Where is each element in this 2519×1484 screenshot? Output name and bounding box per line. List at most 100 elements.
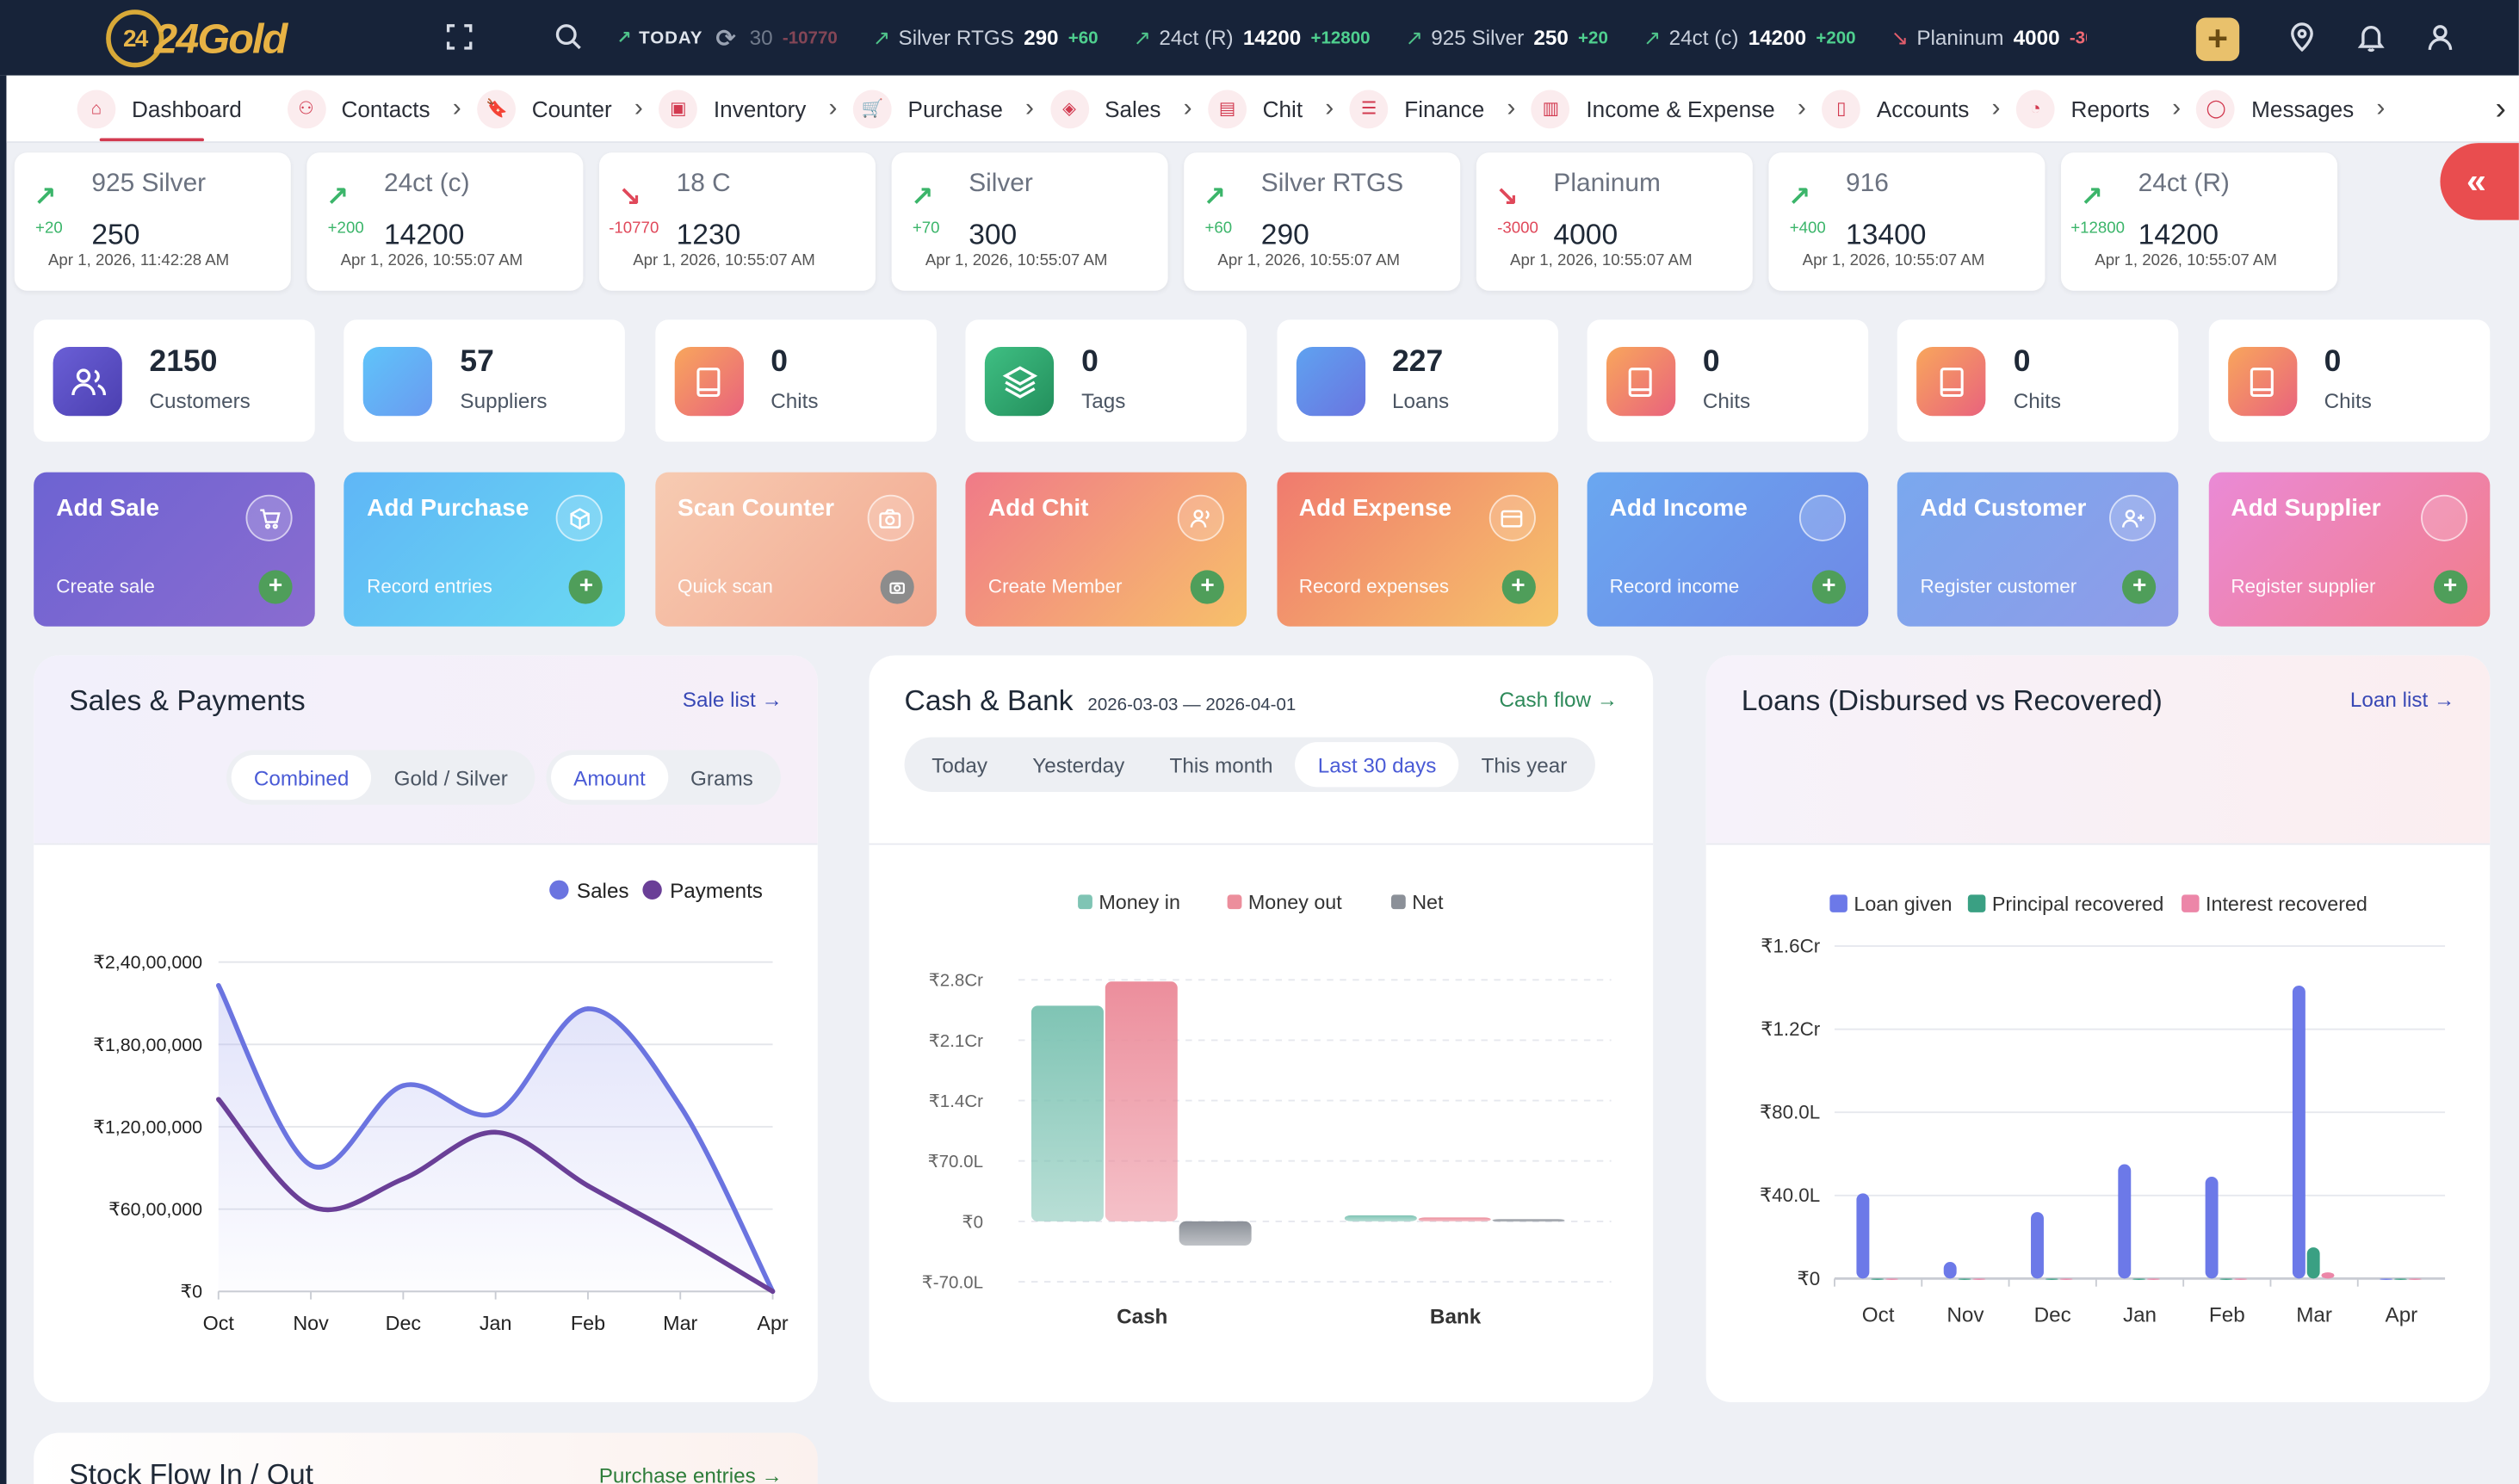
plus-circle-icon[interactable]: + bbox=[1811, 570, 1846, 604]
toggle-amount[interactable]: Amount bbox=[551, 755, 668, 801]
bar-interest-recovered[interactable] bbox=[2059, 1278, 2073, 1280]
stat-card[interactable]: 0 Chits bbox=[1587, 319, 1869, 442]
bar-principal-recovered[interactable] bbox=[2394, 1278, 2407, 1280]
loan-list-link[interactable]: Loan list → bbox=[2350, 688, 2454, 712]
plus-circle-icon[interactable]: + bbox=[569, 570, 603, 604]
nav-item-accounts[interactable]: ▯ Accounts › bbox=[1822, 76, 2000, 142]
nav-item-messages[interactable]: ◯ Messages › bbox=[2196, 76, 2385, 142]
bar-interest-recovered[interactable] bbox=[1885, 1278, 1898, 1280]
plus-circle-icon[interactable]: + bbox=[2122, 570, 2157, 604]
action-add-expense[interactable]: Add Expense Record expenses + bbox=[1276, 472, 1558, 627]
sales-point[interactable] bbox=[215, 983, 221, 988]
action-add-sale[interactable]: Add Sale Create sale + bbox=[34, 472, 315, 627]
sales-point[interactable] bbox=[308, 1162, 313, 1168]
bar-money-in[interactable] bbox=[1030, 1005, 1104, 1221]
payments-point[interactable] bbox=[308, 1203, 313, 1209]
payments-point[interactable] bbox=[215, 1097, 221, 1102]
user-icon[interactable] bbox=[2424, 21, 2456, 53]
nav-item-inventory[interactable]: ▣ Inventory › bbox=[659, 76, 837, 142]
bar-loan-given[interactable] bbox=[2380, 1278, 2393, 1280]
tab-this-month[interactable]: This month bbox=[1147, 742, 1295, 787]
sales-point[interactable] bbox=[678, 1104, 684, 1109]
action-add-income[interactable]: Add Income Record income + bbox=[1587, 472, 1869, 627]
nav-scroll-right-icon[interactable]: › bbox=[2496, 91, 2506, 128]
bar-money-out[interactable] bbox=[1418, 1217, 1491, 1221]
bar-net[interactable] bbox=[1179, 1221, 1252, 1246]
bar-loan-given[interactable] bbox=[2118, 1164, 2132, 1279]
purchase-entries-link[interactable]: Purchase entries → bbox=[599, 1463, 783, 1484]
stat-card[interactable]: 0 Chits bbox=[1897, 319, 2179, 442]
stat-card[interactable]: 0 Tags bbox=[965, 319, 1247, 442]
stat-card[interactable]: 2150 Customers bbox=[34, 319, 315, 442]
tab-today[interactable]: Today bbox=[909, 742, 1010, 787]
nav-item-reports[interactable]: ◔ Reports › bbox=[2016, 76, 2181, 142]
bar-net[interactable] bbox=[1492, 1219, 1565, 1222]
action-add-customer[interactable]: Add Customer Register customer + bbox=[1897, 472, 2179, 627]
rate-card[interactable]: ↗ +60 Silver RTGS 290 Apr 1, 2026, 10:55:07 … bbox=[1184, 152, 1461, 291]
nav-item-contacts[interactable]: ⚇ Contacts › bbox=[287, 76, 461, 142]
nav-item-chit[interactable]: ▤ Chit › bbox=[1208, 76, 1334, 142]
app-logo[interactable]: 24 24Gold bbox=[106, 9, 288, 68]
bar-money-in[interactable] bbox=[1344, 1215, 1417, 1221]
bar-principal-recovered[interactable] bbox=[2306, 1247, 2320, 1279]
nav-item-dashboard[interactable]: ⌂ Dashboard bbox=[77, 76, 242, 142]
sale-list-link[interactable]: Sale list → bbox=[683, 688, 783, 712]
plus-icon[interactable]: + bbox=[2195, 17, 2240, 61]
plus-circle-icon[interactable]: + bbox=[1191, 570, 1225, 604]
rate-card[interactable]: ↘ -3000 Planinum 4000 Apr 1, 2026, 10:55:07 … bbox=[1476, 152, 1753, 291]
payments-point[interactable] bbox=[400, 1176, 406, 1182]
bar-loan-given[interactable] bbox=[1856, 1193, 1870, 1279]
bar-principal-recovered[interactable] bbox=[2132, 1278, 2146, 1280]
bar-interest-recovered[interactable] bbox=[2408, 1278, 2422, 1280]
rate-card[interactable]: ↗ +20 925 Silver 250 Apr 1, 2026, 11:42:28 A… bbox=[14, 152, 291, 291]
rate-card[interactable]: ↗ +70 Silver 300 Apr 1, 2026, 10:55:07 AM bbox=[891, 152, 1168, 291]
action-scan-counter[interactable]: Scan Counter Quick scan bbox=[654, 472, 937, 627]
payments-point[interactable] bbox=[585, 1183, 591, 1189]
bar-loan-given[interactable] bbox=[2205, 1177, 2219, 1279]
nav-item-finance[interactable]: ☰ Finance › bbox=[1349, 76, 1515, 142]
bar-money-out[interactable] bbox=[1105, 981, 1178, 1221]
bar-loan-given[interactable] bbox=[2292, 985, 2305, 1279]
rate-card[interactable]: ↗ +200 24ct (c) 14200 Apr 1, 2026, 10:55:07 … bbox=[306, 152, 584, 291]
stat-card[interactable]: 0 Chits bbox=[654, 319, 937, 442]
nav-item-purchase[interactable]: 🛒 Purchase › bbox=[853, 76, 1034, 142]
nav-item-counter[interactable]: 🔖 Counter › bbox=[477, 76, 643, 142]
expand-icon[interactable] bbox=[443, 21, 475, 53]
payments-point[interactable] bbox=[678, 1234, 684, 1240]
bar-principal-recovered[interactable] bbox=[2219, 1278, 2233, 1280]
search-icon[interactable] bbox=[553, 21, 585, 53]
tab-yesterday[interactable]: Yesterday bbox=[1010, 742, 1147, 787]
plus-circle-icon[interactable]: + bbox=[258, 570, 293, 604]
camera-small-icon[interactable] bbox=[880, 570, 914, 604]
payments-point[interactable] bbox=[770, 1289, 776, 1295]
bar-interest-recovered[interactable] bbox=[2321, 1272, 2335, 1279]
action-add-chit[interactable]: Add Chit Create Member + bbox=[965, 472, 1247, 627]
plus-circle-icon[interactable]: + bbox=[1501, 570, 1536, 604]
cash-flow-link[interactable]: Cash flow → bbox=[1500, 688, 1618, 712]
bar-loan-given[interactable] bbox=[1943, 1262, 1957, 1279]
stat-card[interactable]: 57 Suppliers bbox=[344, 319, 626, 442]
rate-card[interactable]: ↗ +12800 24ct (R) 14200 Apr 1, 2026, 10:55:0… bbox=[2061, 152, 2338, 291]
bar-interest-recovered[interactable] bbox=[2234, 1278, 2248, 1280]
plus-circle-icon[interactable]: + bbox=[2433, 570, 2467, 604]
sales-point[interactable] bbox=[492, 1110, 498, 1116]
action-add-supplier[interactable]: Add Supplier Register supplier + bbox=[2208, 472, 2490, 627]
toggle-combined[interactable]: Combined bbox=[231, 755, 372, 801]
tab-last-30-days[interactable]: Last 30 days bbox=[1295, 742, 1459, 788]
toggle-grams[interactable]: Grams bbox=[668, 755, 776, 800]
toggle-gold-silver[interactable]: Gold / Silver bbox=[372, 755, 530, 800]
nav-item-sales[interactable]: ◈ Sales › bbox=[1049, 76, 1192, 142]
stat-card[interactable]: 0 Chits bbox=[2208, 319, 2490, 442]
action-add-purchase[interactable]: Add Purchase Record entries + bbox=[344, 472, 626, 627]
sales-point[interactable] bbox=[400, 1083, 406, 1088]
bar-interest-recovered[interactable] bbox=[1972, 1278, 1986, 1280]
bar-principal-recovered[interactable] bbox=[1871, 1278, 1885, 1280]
bar-interest-recovered[interactable] bbox=[2146, 1278, 2160, 1280]
stat-card[interactable]: 227 Loans bbox=[1276, 319, 1558, 442]
rate-card[interactable]: ↘ -10770 18 C 1230 Apr 1, 2026, 10:55:07 AM bbox=[599, 152, 876, 291]
payments-point[interactable] bbox=[492, 1129, 498, 1135]
rate-card[interactable]: ↗ +400 916 13400 Apr 1, 2026, 10:55:07 AM bbox=[1768, 152, 2046, 291]
sales-point[interactable] bbox=[585, 1006, 591, 1011]
bar-principal-recovered[interactable] bbox=[2045, 1278, 2058, 1280]
bar-principal-recovered[interactable] bbox=[1958, 1278, 1971, 1280]
